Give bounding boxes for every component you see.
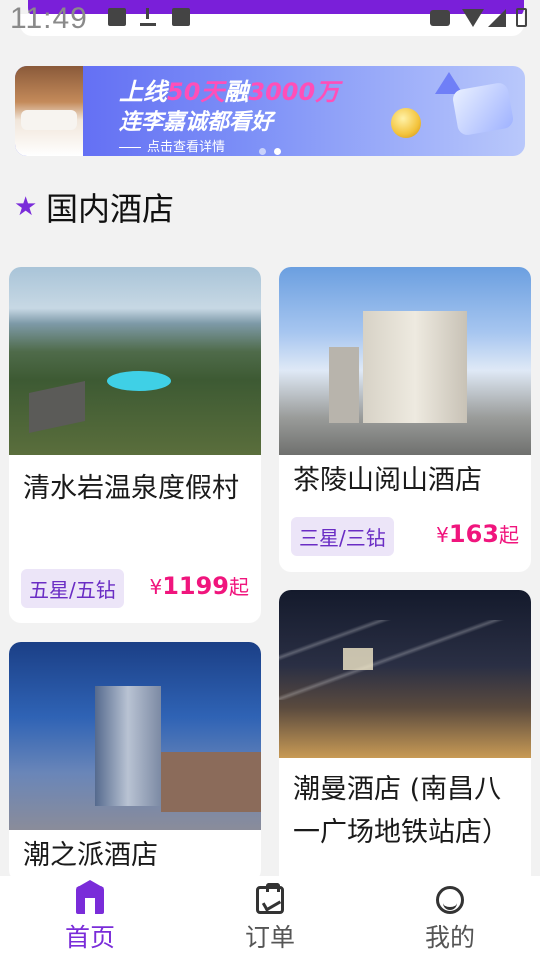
status-time: 11:49 xyxy=(10,2,88,35)
hotel-photo xyxy=(9,642,261,830)
hotel-rating-badge: 三星/三钻 xyxy=(291,517,394,556)
section-title: 国内酒店 xyxy=(46,190,175,228)
section-header: ★ 国内酒店 xyxy=(14,184,174,230)
hotel-rating-badge: 五星/五钻 xyxy=(21,569,124,608)
image-notification-icon xyxy=(108,8,126,26)
nav-item-home[interactable]: 首页 xyxy=(0,876,180,960)
nav-label-mine: 我的 xyxy=(424,923,475,952)
hotel-card[interactable]: 清水岩温泉度假村 五星/五钻 ¥1199起 xyxy=(9,267,261,623)
hotel-name: 茶陵山阅山酒店 xyxy=(293,465,482,496)
banner-cta-link[interactable]: 点击查看详情 xyxy=(119,136,225,155)
hotel-photo xyxy=(279,590,531,758)
home-icon xyxy=(76,880,104,914)
wifi-icon xyxy=(462,9,484,27)
hotel-name: 潮之派酒店 xyxy=(23,840,158,871)
status-bar: 11:49 xyxy=(0,0,540,42)
profile-icon xyxy=(436,886,464,914)
card-decoration xyxy=(451,81,515,137)
hotel-photo xyxy=(279,267,531,455)
nav-item-mine[interactable]: 我的 xyxy=(360,876,540,960)
app-notification-icon xyxy=(172,8,190,26)
hotel-name: 清水岩温泉度假村 xyxy=(23,473,239,504)
nav-label-orders: 订单 xyxy=(244,923,295,952)
clipboard-icon xyxy=(256,883,284,914)
nav-label-home: 首页 xyxy=(64,923,115,952)
hotel-card[interactable]: 潮之派酒店 xyxy=(9,642,261,882)
hotel-price: ¥1199起 xyxy=(149,572,249,600)
work-profile-icon xyxy=(430,10,450,26)
signal-icon xyxy=(488,9,506,27)
battery-icon xyxy=(516,8,527,27)
promo-banner[interactable]: 上线50天融3000万 连李嘉诚都看好 点击查看详情 xyxy=(15,66,525,156)
hotel-card[interactable]: 茶陵山阅山酒店 三星/三钻 ¥163起 xyxy=(279,267,531,572)
hotel-name: 潮曼酒店 (南昌八一广场地铁站店） xyxy=(293,774,509,848)
hotel-photo xyxy=(9,267,261,455)
star-icon: ★ xyxy=(14,192,38,222)
banner-subheadline: 连李嘉诚都看好 xyxy=(119,110,274,135)
banner-bedroom-image xyxy=(15,66,83,156)
coin-icon xyxy=(391,108,421,138)
carousel-dot[interactable] xyxy=(259,148,266,155)
bottom-navigation: 首页 订单 我的 xyxy=(0,876,540,960)
download-icon xyxy=(140,8,156,26)
nav-item-orders[interactable]: 订单 xyxy=(180,876,360,960)
carousel-dot-active[interactable] xyxy=(274,148,281,155)
carousel-indicator xyxy=(259,140,289,156)
hotel-price: ¥163起 xyxy=(436,520,519,548)
banner-headline: 上线50天融3000万 xyxy=(119,78,340,106)
hotel-card[interactable]: 潮曼酒店 (南昌八一广场地铁站店） xyxy=(279,590,531,890)
